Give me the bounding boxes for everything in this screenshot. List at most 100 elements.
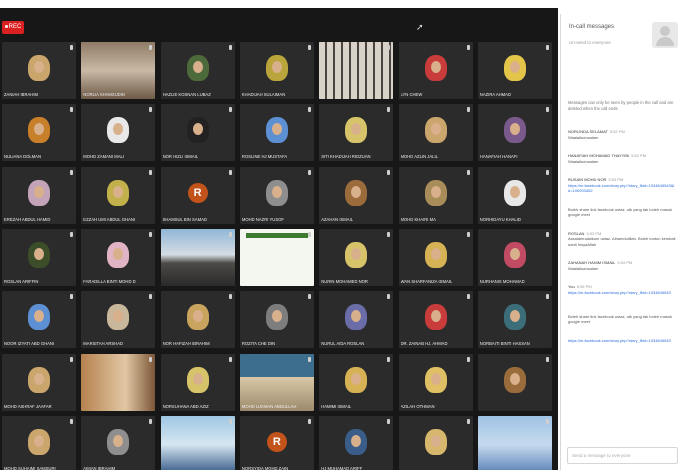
mic-muted-icon xyxy=(466,294,470,300)
message-time: 5:54 PM xyxy=(617,260,633,265)
participant-tile[interactable]: Lyn Chew xyxy=(398,42,473,99)
message-text: Waalaikumsalam xyxy=(568,158,599,164)
message-sender: NORLINDA SELAMAT xyxy=(568,129,608,134)
participant-tile[interactable]: Hamimi Ismail xyxy=(319,353,394,411)
participant-name: Siti Khadijah Ridzuan xyxy=(321,154,371,160)
participant-tile[interactable]: Faradilla Binti Mohd D xyxy=(81,228,156,286)
participant-name: Norbaiti Binti Hassan xyxy=(479,341,530,347)
participant-tile[interactable]: Mohd Ashraf Jaafar xyxy=(2,353,76,411)
mic-muted-icon xyxy=(70,169,73,175)
participant-tile[interactable]: Erezah Abdul Hamid xyxy=(2,166,76,224)
participant-tile[interactable]: Nurin Mohamed Nor xyxy=(319,228,394,286)
message-sender: You xyxy=(568,284,575,289)
participant-name: Mohd Khairi Ma xyxy=(400,216,436,222)
participant-tile[interactable] xyxy=(398,415,473,470)
participant-tile[interactable]: Nor Hizli Ismail xyxy=(160,104,235,162)
participant-tile[interactable] xyxy=(239,228,314,286)
participant-tile[interactable]: R Shamsul Bin Samad xyxy=(160,166,235,224)
participant-tile[interactable]: Mohd Nazri Yusof xyxy=(239,166,314,224)
participant-initial-avatar: R xyxy=(266,431,287,452)
participant-tile[interactable]: Roslan Ariffin xyxy=(2,228,76,286)
participant-tile[interactable]: Mohd Suhaimi Samsuri xyxy=(2,415,76,470)
mic-muted-icon xyxy=(307,294,311,300)
message-link[interactable]: https://m.facebook.com/story.php?story_f… xyxy=(568,290,676,296)
mic-muted-icon xyxy=(545,169,549,175)
participant-tile[interactable]: Mohd Lukman Abdullah xyxy=(239,353,314,411)
participant-tile[interactable]: Nurul Aida Roslan xyxy=(319,291,394,349)
participant-tile[interactable] xyxy=(160,415,235,470)
participant-avatar xyxy=(503,55,526,81)
video-feed xyxy=(160,228,235,286)
participant-avatar xyxy=(503,241,526,268)
participant-avatar xyxy=(345,117,368,144)
mic-muted-icon xyxy=(545,294,549,300)
participant-tile[interactable]: Norbaiti Binti Hassan xyxy=(477,291,552,349)
mic-muted-icon xyxy=(387,294,391,300)
chat-message-input[interactable]: Send a message to everyone xyxy=(567,447,678,464)
participant-tile[interactable]: Noor Izyati Abd Ghani xyxy=(2,291,76,349)
participant-tile[interactable]: Ezzah Umi Abdul Ghani xyxy=(81,166,156,224)
message-time: 5:52 PM xyxy=(631,153,647,158)
participant-tile[interactable]: Nor Hafizah Ibrahim xyxy=(160,291,235,349)
participant-tile[interactable]: Hazlie Kosnan Lubaz xyxy=(160,42,235,99)
message-link[interactable]: https://m.facebook.com/story.php?story_f… xyxy=(568,338,676,344)
participant-tile[interactable] xyxy=(81,353,156,411)
mic-muted-icon xyxy=(228,169,232,175)
participant-tile[interactable]: Rosline Hj Mustafa xyxy=(239,104,314,162)
mic-muted-icon xyxy=(307,45,311,50)
participant-avatar xyxy=(345,428,368,455)
participant-tile[interactable]: Dr. Zainab Hj. Ahmad xyxy=(398,291,473,349)
participant-avatar xyxy=(28,55,50,81)
chat-message: ZAHANAH HANIM ISMAIL 5:54 PM Waalaikumsala… xyxy=(568,260,676,271)
participant-tile[interactable]: Nazira Ahmad xyxy=(477,42,552,99)
participant-name: Norsyida Mohd Zain xyxy=(241,465,289,470)
participant-tile[interactable]: Mohd Zamani Mali xyxy=(81,104,156,162)
participant-tile[interactable] xyxy=(477,353,552,411)
participant-tile[interactable]: Azahan Ismail xyxy=(319,166,394,224)
participant-name: Aiman Ibrahim xyxy=(83,465,116,470)
chat-message: NORLINDA SELAMAT 5:52 PM Waalaikumsalam xyxy=(568,129,676,140)
participant-tile[interactable]: Norsuhana Abd Aziz xyxy=(160,353,235,411)
participant-avatar xyxy=(345,241,368,268)
message-link[interactable]: https://m.facebook.com/story.php?story_f… xyxy=(568,183,676,194)
mic-muted-icon xyxy=(387,418,391,424)
participant-avatar xyxy=(424,179,447,206)
mic-muted-icon xyxy=(149,45,153,50)
mic-muted-icon xyxy=(149,107,153,113)
participant-tile[interactable]: Hj Muhamad Ariff xyxy=(319,415,394,470)
participant-tile[interactable]: Mohd Khairi Ma xyxy=(398,166,473,224)
participant-name: Faradilla Binti Mohd D xyxy=(83,278,136,284)
mic-muted-icon xyxy=(466,45,470,50)
participant-tile[interactable] xyxy=(319,42,394,99)
message-time: 5:53 PM xyxy=(608,177,624,182)
participant-tile[interactable]: Hanafiah Hanafi xyxy=(477,104,552,162)
mic-muted-icon xyxy=(70,294,73,300)
chat-message: ROSLAN 5:53 PM Assalamualaikum ustaz. Alha… xyxy=(568,231,676,248)
participant-tile[interactable]: Marsitah Arshad xyxy=(81,291,156,349)
participant-tile[interactable]: Zaniah Ibrahim xyxy=(2,42,76,99)
participant-tile[interactable]: Aiman Ibrahim xyxy=(81,415,156,470)
participant-avatar xyxy=(424,304,447,331)
participant-tile[interactable]: Azilah Othman xyxy=(398,353,473,411)
participant-tile[interactable]: Norhidayu Khalid xyxy=(477,166,552,224)
participant-tile[interactable]: Khadijah Sulaiman xyxy=(239,42,314,99)
meet-window: REC ➚ Zaniah Ibrahim Norlia Shamsudin Hazl… xyxy=(0,0,687,473)
participant-tile[interactable]: Norlia Shamsudin xyxy=(81,42,156,99)
mic-muted-icon xyxy=(70,107,73,113)
participant-tile[interactable]: R Norsyida Mohd Zain xyxy=(239,415,314,470)
participant-tile[interactable] xyxy=(160,228,235,286)
participant-name: Nuliana Dolman xyxy=(4,154,41,160)
participant-name: Dr. Zainab Hj. Ahmad xyxy=(400,341,448,347)
participant-tile[interactable]: Siti Khadijah Ridzuan xyxy=(319,104,394,162)
mic-muted-icon xyxy=(228,107,232,113)
participant-tile[interactable] xyxy=(477,415,552,470)
participant-tile[interactable]: Rozita Che Din xyxy=(239,291,314,349)
participant-tile[interactable]: Nuliana Dolman xyxy=(2,104,76,162)
participant-avatar xyxy=(265,179,288,206)
participant-tile[interactable]: Wan Sharfaniza Ismail xyxy=(398,228,473,286)
participant-avatar xyxy=(424,55,447,81)
participant-tile[interactable]: Nurhanis Mohamad xyxy=(477,228,552,286)
participant-name: Hj Muhamad Ariff xyxy=(321,465,363,470)
participant-tile[interactable]: Mohd Azlin Jalil xyxy=(398,104,473,162)
participant-avatar xyxy=(107,428,130,455)
